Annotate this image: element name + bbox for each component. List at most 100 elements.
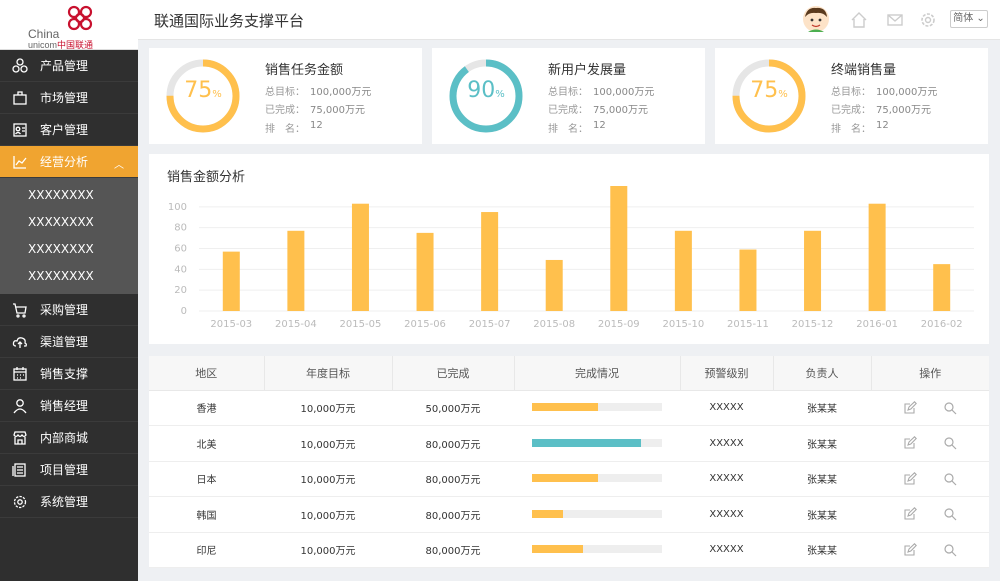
gear-icon [13, 495, 27, 508]
done-cell: 80,000万元 [392, 496, 514, 533]
level-cell: XXXXX [680, 496, 773, 533]
card-title: 销售任务金额 [265, 63, 344, 78]
table-row: 印尼 10,000万元 80,000万元 XXXXX 张某某 [149, 532, 989, 568]
sidebar-item-0[interactable]: 产品管理 [0, 50, 138, 82]
y-tick-label: 60 [174, 244, 187, 255]
sidebar-item-label: 销售经理 [40, 399, 89, 413]
submenu-item[interactable]: XXXXXXXX [0, 236, 138, 263]
submenu-item[interactable]: XXXXXXXX [0, 182, 138, 209]
progress-bar [532, 438, 662, 447]
target-cell: 10,000万元 [264, 496, 392, 533]
store-icon [13, 430, 27, 445]
x-tick-label: 2015-08 [533, 319, 575, 330]
x-tick-label: 2015-06 [404, 319, 446, 330]
level-cell: XXXXX [680, 532, 773, 568]
table-row: 北美 10,000万元 80,000万元 XXXXX 张某某 [149, 425, 989, 462]
bar-2015-10[interactable] [674, 230, 692, 311]
edit-icon[interactable] [903, 471, 917, 486]
bar-2016-02[interactable] [933, 264, 951, 311]
document-icon [12, 462, 26, 477]
bar-2015-07[interactable] [481, 212, 499, 311]
x-tick-label: 2015-07 [469, 319, 511, 330]
owner-cell: 张某某 [773, 496, 871, 533]
progress-bar [532, 474, 662, 483]
search-icon[interactable] [943, 472, 957, 486]
bar-2015-03[interactable] [222, 251, 240, 311]
home-icon[interactable] [849, 10, 869, 30]
search-icon[interactable] [943, 543, 957, 557]
actions-cell [871, 532, 989, 568]
bar-2015-12[interactable] [804, 230, 822, 311]
bar-2015-04[interactable] [287, 230, 305, 311]
unicom-knot-icon [67, 5, 93, 31]
sidebar-item-label: 客户管理 [40, 123, 89, 137]
bar-2015-09[interactable] [610, 186, 628, 311]
contact-card-icon [13, 122, 27, 137]
sidebar: China unicom中国联通 产品管理 市场管理客户管理经营分析 ︿ XXXXXX… [0, 0, 138, 581]
edit-icon[interactable] [903, 400, 917, 415]
sidebar-item-6[interactable]: 销售支撑 [0, 358, 138, 390]
sidebar-item-3[interactable]: 经营分析 ︿ [0, 146, 138, 178]
percent-value: 75% [750, 78, 788, 103]
person-icon [13, 398, 27, 413]
sidebar-menu: 产品管理 市场管理 客户管理 经营分析 ︿ XXXXXXXX XXXXXXXX XXXXXXX… [0, 50, 138, 518]
sidebar-item-4[interactable]: 采购管理 [0, 294, 138, 326]
x-tick-label: 2015-09 [598, 319, 640, 330]
trend-chart-icon [13, 155, 27, 169]
bar-2015-05[interactable] [351, 203, 369, 311]
progress-cell [514, 496, 680, 533]
sidebar-item-label: 系统管理 [40, 495, 89, 509]
sales-chart-panel: 销售金额分析 0 20 40 60 80 100 2015-03 2015-04 2015-05… [149, 154, 989, 344]
sidebar-item-5[interactable]: 渠道管理 [0, 326, 138, 358]
cloud-upload-icon [12, 336, 27, 348]
bar-2016-01[interactable] [868, 203, 886, 311]
region-cell: 韩国 [149, 496, 264, 533]
mail-icon[interactable] [885, 10, 905, 30]
progress-cell [514, 390, 680, 426]
brand-logo[interactable]: China unicom中国联通 [0, 0, 138, 50]
search-icon[interactable] [943, 401, 957, 415]
sidebar-item-8[interactable]: 内部商城 [0, 422, 138, 454]
sidebar-item-9[interactable]: 项目管理 [0, 454, 138, 486]
sidebar-item-1[interactable]: 市场管理 [0, 82, 138, 114]
sidebar-item-label: 销售支撑 [40, 367, 89, 381]
progress-cell [514, 461, 680, 497]
x-tick-label: 2015-10 [662, 319, 704, 330]
table-row: 日本 10,000万元 80,000万元 XXXXX 张某某 [149, 461, 989, 497]
bar-2015-08[interactable] [545, 259, 563, 311]
sidebar-item-2[interactable]: 客户管理 [0, 114, 138, 146]
bar-2015-11[interactable] [739, 249, 757, 311]
target-cell: 10,000万元 [264, 532, 392, 568]
region-cell: 香港 [149, 390, 264, 426]
target-row: 总目标： 100,000万元 [265, 87, 372, 98]
target-cell: 10,000万元 [264, 461, 392, 497]
done-row: 已完成： 75,000万元 [831, 105, 931, 116]
percent-value: 75% [184, 78, 222, 103]
column-header: 已完成 [392, 356, 515, 391]
edit-icon[interactable] [903, 542, 917, 557]
bar-2015-06[interactable] [416, 232, 434, 311]
level-cell: XXXXX [680, 461, 773, 497]
target-row: 总目标： 100,000万元 [831, 87, 938, 98]
sidebar-item-10[interactable]: 系统管理 [0, 486, 138, 518]
language-select[interactable]: 简体 ⌄ [950, 10, 988, 28]
edit-icon[interactable] [903, 436, 917, 450]
submenu-item[interactable]: XXXXXXXX [0, 263, 138, 290]
sales-bar-chart: 0 20 40 60 80 100 2015-03 2015-04 2015-05 2015-06… [168, 186, 974, 330]
x-tick-label: 2015-03 [210, 319, 252, 330]
submenu-item[interactable]: XXXXXXXX [0, 209, 138, 236]
search-icon[interactable] [943, 507, 957, 521]
edit-icon[interactable] [903, 507, 917, 521]
column-header: 年度目标 [264, 356, 393, 391]
y-tick-label: 0 [181, 306, 187, 317]
rank-row: 排 名： 12 [831, 120, 889, 135]
column-header: 预警级别 [680, 356, 774, 391]
search-icon[interactable] [943, 436, 957, 450]
progress-bar [532, 403, 662, 412]
level-cell: XXXXX [680, 390, 773, 426]
settings-gear-icon[interactable] [918, 10, 938, 30]
region-table: 地区 年度目标 已完成 完成情况 预警级别 负责人 操作 香港 10,000万元 50,000万… [149, 356, 989, 568]
user-avatar[interactable] [802, 5, 830, 33]
sidebar-item-7[interactable]: 销售经理 [0, 390, 138, 422]
x-tick-label: 2015-05 [340, 319, 382, 330]
